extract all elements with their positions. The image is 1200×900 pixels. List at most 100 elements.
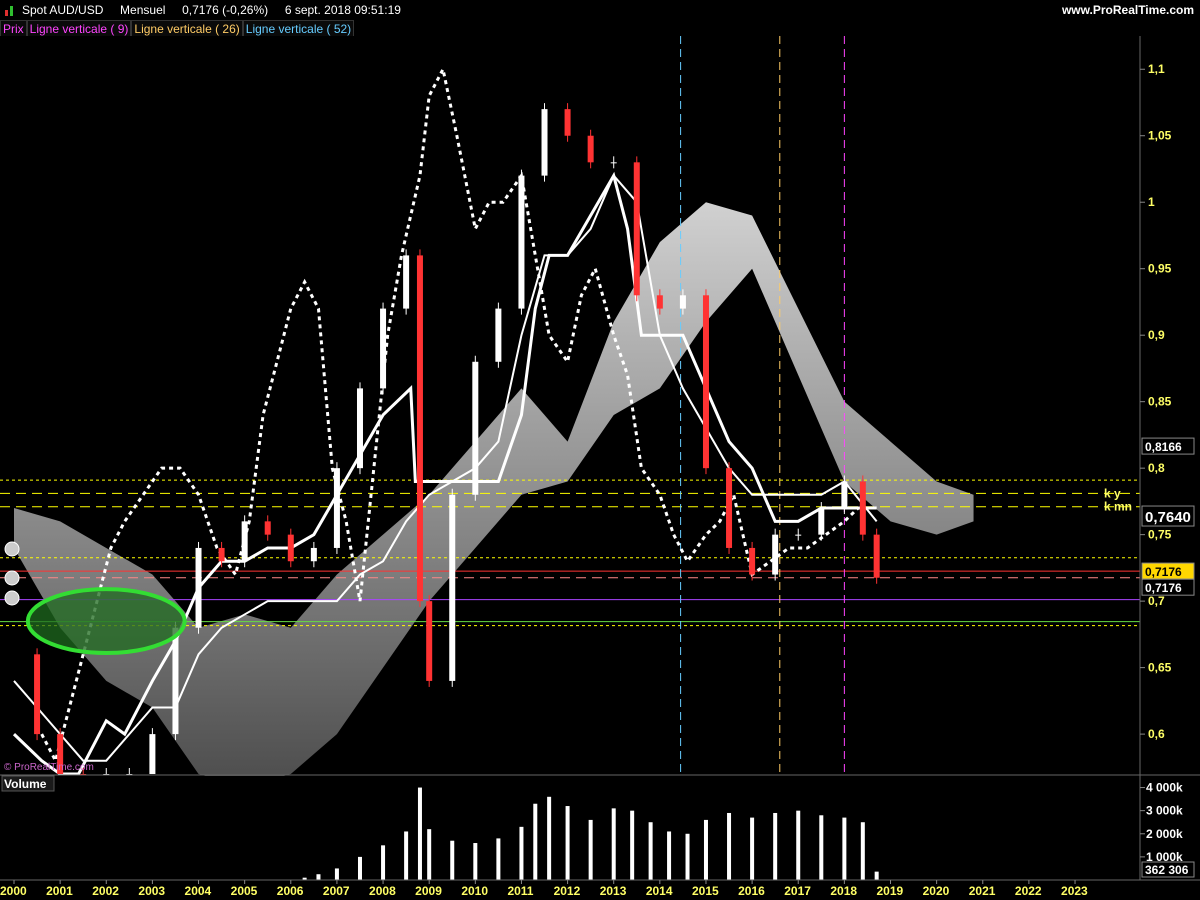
volume-bar (519, 826, 524, 880)
candle-body (564, 109, 571, 136)
time-tick-label: 2016 (738, 884, 765, 898)
volume-bar (648, 822, 653, 880)
time-tick-label: 2014 (646, 884, 673, 898)
candle-body (518, 175, 525, 309)
time-tick-label: 2004 (185, 884, 212, 898)
volume-tick-label: 3 000k (1146, 804, 1183, 818)
volume-bar (611, 808, 616, 880)
time-tick-label: 2002 (92, 884, 119, 898)
candle-body (34, 654, 41, 735)
candle-body (610, 162, 617, 164)
price-tick-label: 0,8 (1148, 461, 1165, 475)
volume-bar (588, 819, 593, 880)
volume-bar (750, 817, 755, 880)
candle-body (241, 521, 248, 562)
time-tick-label: 2020 (923, 884, 950, 898)
volume-bar (703, 819, 708, 880)
price-tick-label: 0,85 (1148, 395, 1172, 409)
price-tick-label: 0,9 (1148, 328, 1165, 342)
price-badge-label: 0,7640 (1145, 509, 1191, 526)
time-tick-label: 2022 (1015, 884, 1042, 898)
time-tick-label: 2023 (1061, 884, 1088, 898)
volume-title: Volume (4, 777, 47, 791)
volume-bar (427, 829, 432, 880)
volume-bar (316, 874, 321, 880)
candle-body (656, 295, 663, 309)
volume-tick-label: 2 000k (1146, 827, 1183, 841)
volume-bar (874, 871, 879, 880)
volume-bar (381, 845, 386, 880)
volume-bar (547, 796, 552, 880)
candle-body (356, 388, 363, 469)
candle-body (587, 135, 594, 163)
time-tick-label: 2012 (554, 884, 581, 898)
candle-body (416, 255, 423, 602)
volume-bar (473, 843, 478, 880)
candle-body (772, 534, 779, 575)
line-label: k mn (1104, 500, 1132, 514)
candle-body (380, 308, 387, 389)
price-badge-label: 0,7176 (1145, 581, 1182, 595)
candle-body (495, 308, 502, 362)
volume-bar (796, 810, 801, 880)
price-tick-label: 0,75 (1148, 528, 1172, 542)
candle-body (841, 481, 848, 509)
candle-body (218, 547, 225, 562)
time-tick-label: 2013 (600, 884, 627, 898)
candle-body (172, 627, 179, 735)
volume-badge-label: 362 306 (1145, 863, 1189, 877)
candle-body (310, 547, 317, 562)
price-tick-label: 1 (1148, 195, 1155, 209)
volume-bar (417, 787, 422, 880)
candle-body (873, 534, 880, 578)
candle-body (449, 494, 456, 681)
price-badge-label: 0,7176 (1145, 565, 1182, 579)
candle-body (859, 481, 866, 535)
time-tick-label: 2006 (277, 884, 304, 898)
volume-bar (860, 822, 865, 880)
time-tick-label: 2017 (784, 884, 811, 898)
candle-body (633, 162, 640, 296)
candle-body (818, 508, 825, 535)
candle-body (403, 255, 410, 309)
volume-bar (727, 812, 732, 880)
price-chart[interactable]: © ProRealTime.com Volume 1,1 1,05 1 0,95 0,9… (0, 0, 1200, 900)
volume-bar (773, 812, 778, 880)
volume-bar (450, 840, 455, 880)
volume-bar (496, 838, 501, 880)
alert-marker-icon[interactable] (4, 541, 20, 557)
candle-body (702, 295, 709, 469)
price-tick-label: 0,6 (1148, 727, 1165, 741)
watermark: © ProRealTime.com (4, 762, 94, 773)
time-tick-label: 2005 (231, 884, 258, 898)
time-tick-label: 2001 (46, 884, 73, 898)
highlight-ellipse (25, 587, 187, 655)
alert-marker-icon[interactable] (4, 570, 20, 586)
time-tick-label: 2015 (692, 884, 719, 898)
time-tick-label: 2011 (507, 884, 533, 898)
candle-body (195, 547, 202, 628)
time-tick-label: 2019 (877, 884, 904, 898)
candle-body (264, 521, 271, 535)
volume-bar (404, 831, 409, 880)
candle-body (726, 468, 733, 548)
volume-bar (685, 833, 690, 880)
candle-body (679, 295, 686, 309)
line-label: k y (1104, 486, 1121, 500)
volume-bar (533, 803, 538, 880)
time-tick-label: 2018 (830, 884, 857, 898)
candle-body (541, 109, 548, 176)
time-tick-label: 2007 (323, 884, 350, 898)
candle-body (149, 734, 156, 774)
time-tick-label: 2021 (969, 884, 996, 898)
time-tick-label: 2000 (0, 884, 27, 898)
candle-body (333, 468, 340, 548)
volume-plot-area (0, 776, 1140, 880)
volume-bar (819, 815, 824, 880)
price-tick-label: 0,7 (1148, 594, 1165, 608)
candle-body (426, 601, 433, 681)
time-tick-label: 2008 (369, 884, 396, 898)
candle-body (749, 547, 756, 575)
alert-marker-icon[interactable] (4, 590, 20, 606)
candle-body (795, 534, 802, 536)
